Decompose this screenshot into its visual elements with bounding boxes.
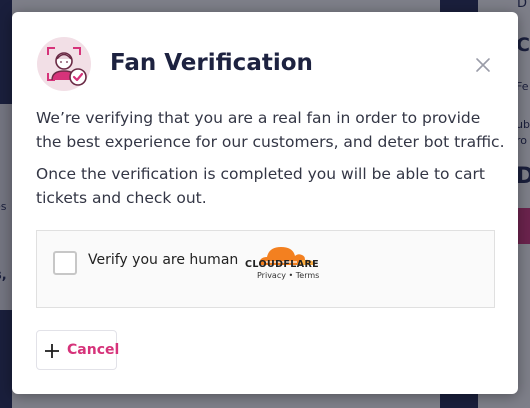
terms-link[interactable]: Terms — [296, 271, 320, 280]
cloudflare-wordmark: CLOUDFLARE — [245, 259, 320, 270]
modal-title: Fan Verification — [110, 50, 313, 76]
privacy-link[interactable]: Privacy — [257, 271, 286, 280]
cloudflare-challenge-widget: Verify you are human CLOUDFLARE Privacy … — [36, 230, 495, 308]
cloudflare-links: Privacy • Terms — [257, 271, 319, 280]
cancel-label: Cancel — [67, 342, 120, 358]
verify-human-checkbox[interactable] — [53, 251, 77, 275]
link-separator: • — [285, 271, 296, 280]
close-button[interactable] — [472, 54, 494, 76]
cancel-button[interactable]: Cancel — [36, 330, 120, 370]
verify-human-label[interactable]: Verify you are human — [88, 252, 238, 268]
fan-verification-icon — [36, 36, 92, 92]
fan-verification-dialog: Fan Verification We’re verifying that yo… — [12, 12, 518, 394]
verification-description: We’re verifying that you are a real fan … — [36, 109, 505, 151]
plus-icon — [45, 344, 59, 358]
verification-followup: Once the verification is completed you w… — [36, 165, 485, 207]
close-icon — [476, 58, 490, 72]
